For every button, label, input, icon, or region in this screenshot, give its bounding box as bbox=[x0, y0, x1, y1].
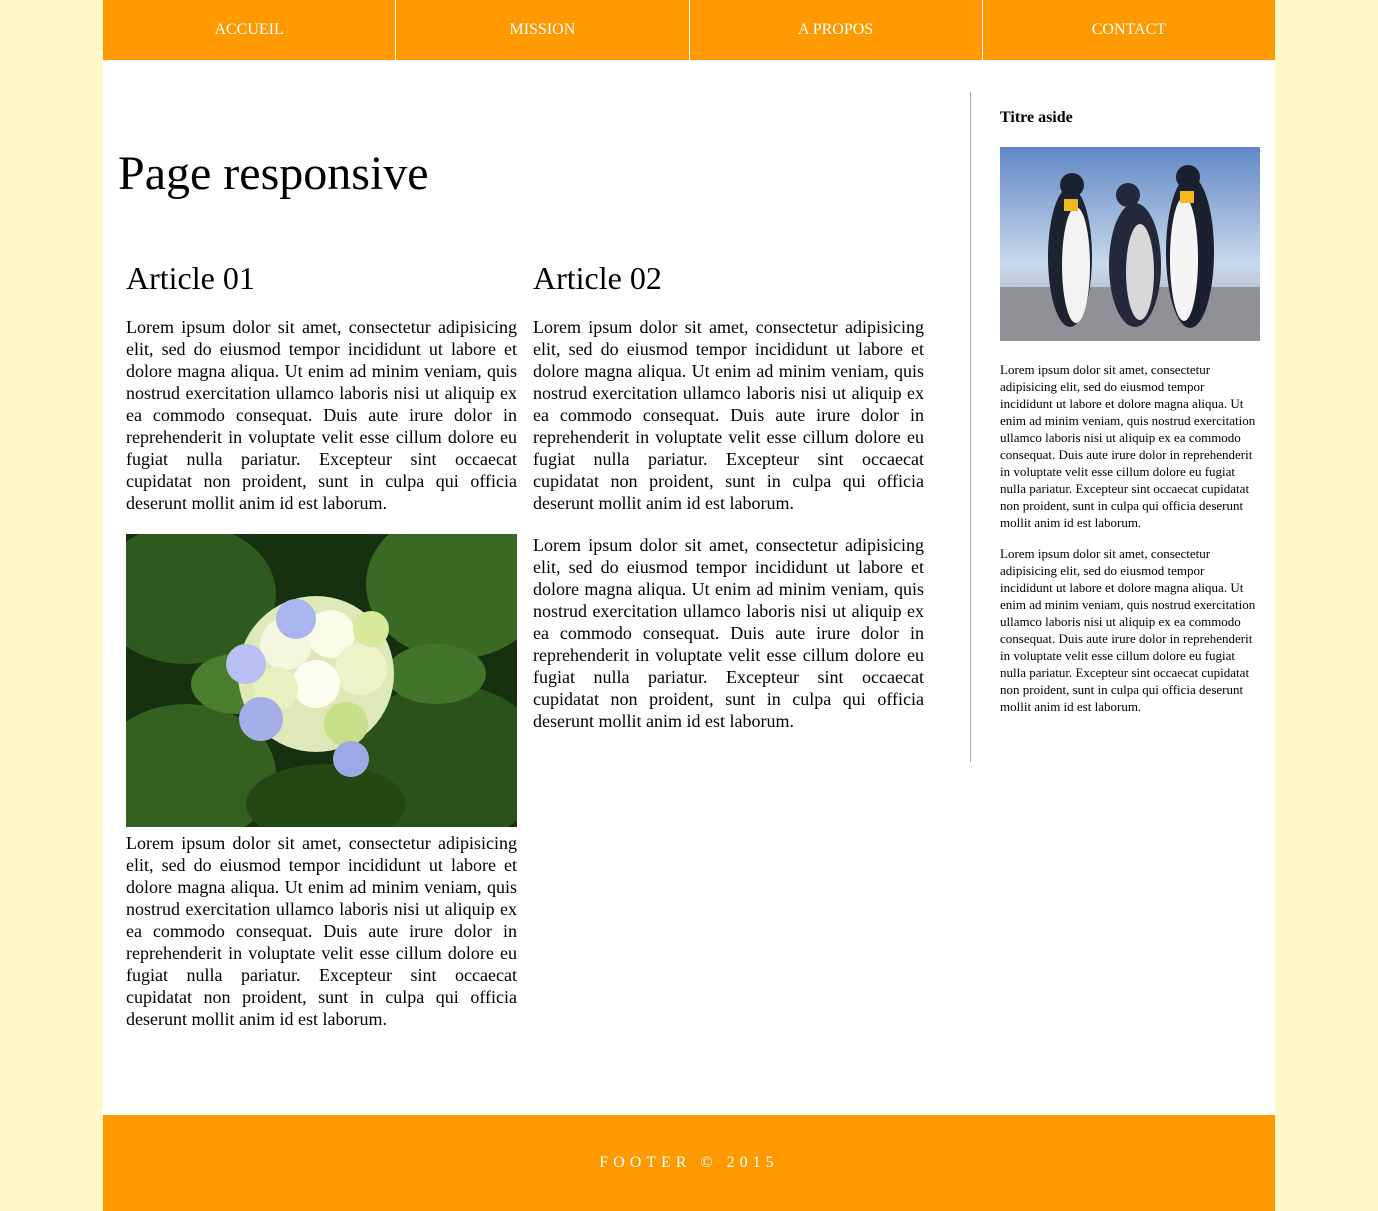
aside-paragraph: Lorem ipsum dolor sit amet, consectetur … bbox=[1000, 362, 1256, 530]
hydrangea-image bbox=[126, 534, 517, 827]
nav-item-contact[interactable]: CONTACT bbox=[983, 0, 1275, 60]
penguins-image bbox=[1000, 147, 1260, 341]
footer: FOOTER © 2015 bbox=[103, 1115, 1275, 1211]
aside-title: Titre aside bbox=[1000, 109, 1073, 126]
aside-divider bbox=[970, 92, 971, 762]
article-title: Article 02 bbox=[533, 260, 662, 296]
main-nav: ACCUEIL MISSION A PROPOS CONTACT bbox=[103, 0, 1275, 60]
page-title: Page responsive bbox=[118, 147, 429, 200]
article-02: Article 02 Lorem ipsum dolor sit amet, c… bbox=[533, 258, 924, 732]
article-paragraph: Lorem ipsum dolor sit amet, consectetur … bbox=[533, 317, 924, 513]
article-paragraph: Lorem ipsum dolor sit amet, consectetur … bbox=[533, 535, 924, 731]
nav-item-accueil[interactable]: ACCUEIL bbox=[103, 0, 397, 60]
footer-text: FOOTER © 2015 bbox=[599, 1154, 779, 1171]
nav-item-a-propos[interactable]: A PROPOS bbox=[690, 0, 983, 60]
article-01: Article 01 Lorem ipsum dolor sit amet, c… bbox=[126, 258, 517, 1030]
nav-item-mission[interactable]: MISSION bbox=[396, 0, 690, 60]
article-title: Article 01 bbox=[126, 260, 255, 296]
article-paragraph: Lorem ipsum dolor sit amet, consectetur … bbox=[126, 317, 517, 513]
aside-paragraph: Lorem ipsum dolor sit amet, consectetur … bbox=[1000, 546, 1256, 714]
aside: Titre aside Lorem ipsum dolor sit amet, … bbox=[1000, 108, 1260, 715]
page-container: ACCUEIL MISSION A PROPOS CONTACT Page re… bbox=[103, 0, 1275, 1211]
article-paragraph: Lorem ipsum dolor sit amet, consectetur … bbox=[126, 833, 517, 1029]
leaf-shape bbox=[386, 644, 486, 704]
